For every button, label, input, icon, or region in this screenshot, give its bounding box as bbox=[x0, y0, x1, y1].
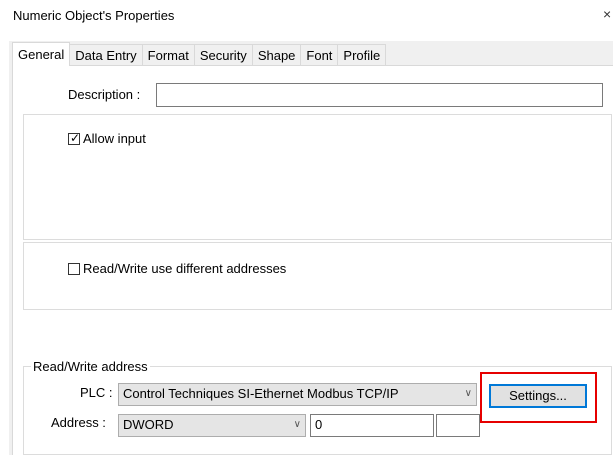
plc-label: PLC : bbox=[80, 385, 113, 400]
general-tab-page: Description : ✓ Allow input Read/Write u… bbox=[12, 65, 613, 455]
allow-input-group: ✓ Allow input bbox=[23, 114, 612, 240]
tab-profile[interactable]: Profile bbox=[338, 44, 387, 66]
rw-different-label: Read/Write use different addresses bbox=[83, 261, 287, 276]
tab-shape[interactable]: Shape bbox=[252, 44, 302, 66]
rw-different-checkbox[interactable] bbox=[68, 263, 80, 275]
chevron-down-icon: ∨ bbox=[464, 388, 472, 399]
description-input[interactable] bbox=[156, 83, 603, 107]
annotation-highlight bbox=[480, 372, 597, 423]
allow-input-label: Allow input bbox=[83, 131, 146, 146]
address-type-select[interactable]: DWORD ∨ bbox=[118, 414, 306, 437]
tab-strip: General Data Entry Format Security Shape… bbox=[12, 42, 387, 66]
address-label: Address : bbox=[51, 415, 106, 430]
tab-font[interactable]: Font bbox=[301, 44, 339, 66]
check-icon: ✓ bbox=[70, 131, 81, 145]
plc-select[interactable]: Control Techniques SI-Ethernet Modbus TC… bbox=[118, 383, 477, 406]
plc-select-value: Control Techniques SI-Ethernet Modbus TC… bbox=[123, 386, 399, 401]
address-type-value: DWORD bbox=[123, 417, 174, 432]
tab-security[interactable]: Security bbox=[194, 44, 253, 66]
close-icon[interactable]: × bbox=[603, 6, 611, 22]
chevron-down-icon: ∨ bbox=[293, 419, 301, 430]
allow-input-checkbox[interactable]: ✓ bbox=[68, 131, 81, 145]
tab-general[interactable]: General bbox=[12, 42, 71, 66]
tab-data-entry[interactable]: Data Entry bbox=[70, 44, 143, 66]
description-label: Description : bbox=[68, 87, 141, 102]
address-extra-input[interactable] bbox=[436, 414, 480, 437]
tab-format[interactable]: Format bbox=[142, 44, 195, 66]
title-bar: Numeric Object's Properties × bbox=[0, 0, 613, 32]
rw-address-group-title: Read/Write address bbox=[31, 359, 150, 374]
rw-options-group: Read/Write use different addresses bbox=[23, 242, 612, 310]
address-value-input[interactable]: 0 bbox=[310, 414, 434, 437]
window-title: Numeric Object's Properties bbox=[13, 8, 175, 23]
